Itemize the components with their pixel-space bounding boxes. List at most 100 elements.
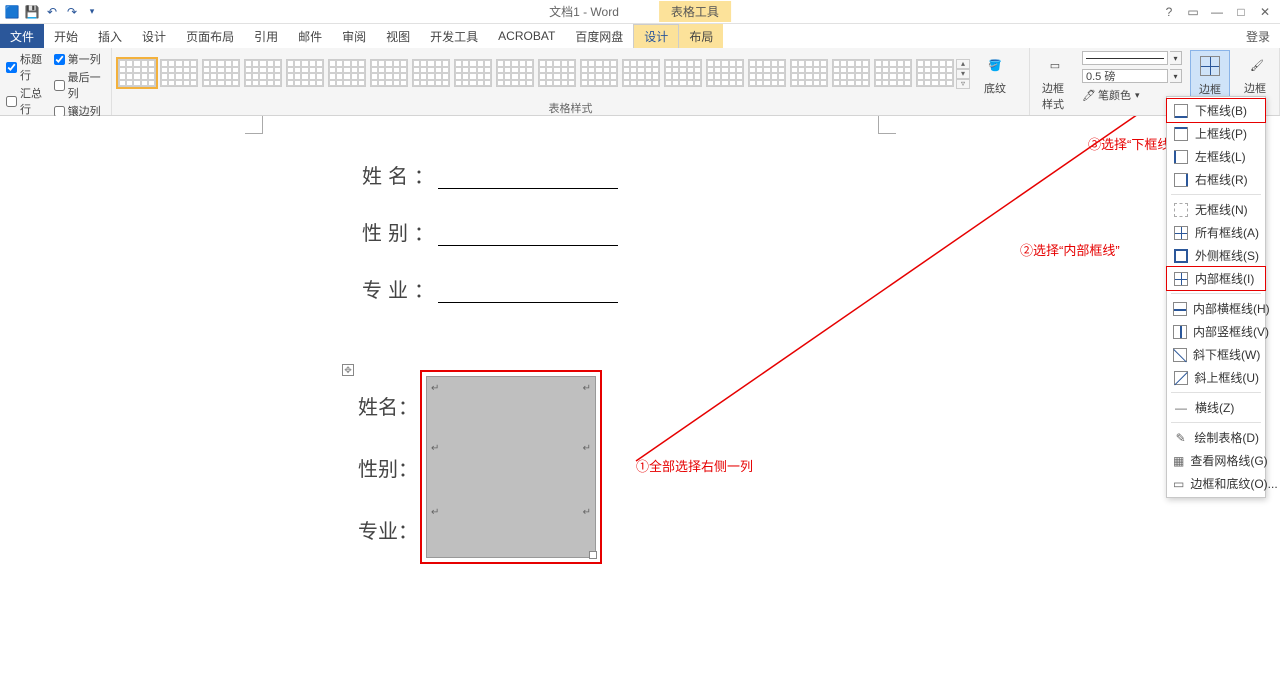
chk-first-col[interactable]: 第一列 — [54, 51, 105, 67]
annotation-box-selection: ↵ ↵ ↵ ↵ ↵ ↵ — [420, 370, 602, 564]
label-major: 专业： — [362, 274, 434, 303]
table-resize-handle[interactable] — [589, 551, 597, 559]
table-style-item[interactable] — [874, 59, 912, 87]
table-style-item[interactable] — [748, 59, 786, 87]
table-selected-column[interactable]: ↵ ↵ ↵ ↵ ↵ ↵ — [426, 376, 596, 558]
borders-icon — [1197, 53, 1223, 79]
mi-diag-up-border[interactable]: 斜上框线(U) — [1167, 366, 1265, 389]
mi-bottom-border[interactable]: 下框线(B) — [1167, 99, 1265, 122]
mi-diag-down-border[interactable]: 斜下框线(W) — [1167, 343, 1265, 366]
table-style-item[interactable] — [790, 59, 828, 87]
group-label-styles: 表格样式 — [118, 98, 1023, 118]
tab-home[interactable]: 开始 — [44, 24, 88, 48]
document-canvas[interactable]: 姓名： 性别： 专业： ✥ 姓名： 性别： 专业： ↵ ↵ ↵ ↵ ↵ ↵ — [0, 116, 1280, 665]
table-style-item[interactable] — [454, 59, 492, 87]
mi-no-border[interactable]: 无框线(N) — [1167, 198, 1265, 221]
gallery-scroll[interactable]: ▴▾▿ — [956, 59, 970, 89]
table-move-handle[interactable]: ✥ — [342, 364, 354, 376]
tab-view[interactable]: 视图 — [376, 24, 420, 48]
undo-icon[interactable]: ↶ — [44, 4, 60, 20]
save-icon[interactable]: 💾 — [24, 4, 40, 20]
table-style-item[interactable] — [832, 59, 870, 87]
mi-borders-shading-dialog[interactable]: ▭边框和底纹(O)... — [1167, 472, 1265, 495]
mi-top-border[interactable]: 上框线(P) — [1167, 122, 1265, 145]
annotation-2: ②选择“内部框线” — [1020, 240, 1120, 259]
mi-outside-borders[interactable]: 外侧框线(S) — [1167, 244, 1265, 267]
shading-button[interactable]: 🪣 底纹 — [976, 50, 1014, 98]
minimize-icon[interactable]: — — [1208, 4, 1226, 20]
table-style-item[interactable] — [496, 59, 534, 87]
table-style-item[interactable] — [244, 59, 282, 87]
mi-right-border[interactable]: 右框线(R) — [1167, 168, 1265, 191]
tab-review[interactable]: 审阅 — [332, 24, 376, 48]
tab-design[interactable]: 设计 — [132, 24, 176, 48]
annotation-arrow — [0, 116, 1280, 676]
menu-separator — [1171, 194, 1261, 195]
table-style-gallery[interactable]: for(let i=0;i<19;i++){document.write('<d… — [118, 59, 954, 87]
cell-label-major: 专业： — [358, 500, 418, 558]
table-style-item[interactable] — [538, 59, 576, 87]
mi-inside-h-border[interactable]: 内部横框线(H) — [1167, 297, 1265, 320]
close-icon[interactable]: ✕ — [1256, 4, 1274, 20]
pen-weight-select[interactable]: 0.5 磅▾ — [1082, 69, 1182, 83]
pen-color-icon: 🖊 — [1082, 89, 1096, 102]
tab-table-design[interactable]: 设计 — [633, 24, 679, 48]
tab-page-layout[interactable]: 页面布局 — [176, 24, 244, 48]
login-link[interactable]: 登录 — [1246, 24, 1280, 48]
title-bar: 🟦 💾 ↶ ↷ ▾ 文档1 - Word 表格工具 ? ▭ — □ ✕ — [0, 0, 1280, 24]
tab-insert[interactable]: 插入 — [88, 24, 132, 48]
line-style-select[interactable]: ▾ — [1082, 51, 1182, 65]
chk-header-row[interactable]: 标题行 — [6, 51, 48, 83]
table-style-item[interactable] — [286, 59, 324, 87]
mi-view-gridlines[interactable]: ▦查看网格线(G) — [1167, 449, 1265, 472]
underline — [438, 224, 618, 246]
mi-draw-table[interactable]: ✎绘制表格(D) — [1167, 426, 1265, 449]
table-style-item[interactable] — [202, 59, 240, 87]
table-style-item[interactable] — [622, 59, 660, 87]
tab-mailings[interactable]: 邮件 — [288, 24, 332, 48]
mi-left-border[interactable]: 左框线(L) — [1167, 145, 1265, 168]
ribbon: 标题行 汇总行 镶边行 第一列 最后一列 镶边列 表格样式选项 for(let … — [0, 48, 1280, 116]
border-style-button[interactable]: ▭ 边框样式 — [1036, 50, 1074, 114]
quick-access-toolbar: 🟦 💾 ↶ ↷ ▾ — [0, 4, 100, 20]
cell-label-gender: 性别： — [358, 438, 418, 496]
table-col-labels: 姓名： 性别： 专业： — [358, 370, 420, 564]
form-example-top: 姓名： 性别： 专业： — [362, 132, 618, 331]
label-name: 姓名： — [362, 160, 434, 189]
chk-total-row[interactable]: 汇总行 — [6, 85, 48, 117]
chk-last-col[interactable]: 最后一列 — [54, 69, 105, 101]
underline — [438, 281, 618, 303]
mi-inside-v-border[interactable]: 内部竖框线(V) — [1167, 320, 1265, 343]
menu-separator — [1171, 392, 1261, 393]
tab-baidu[interactable]: 百度网盘 — [565, 24, 633, 48]
tab-table-layout[interactable]: 布局 — [679, 24, 723, 48]
group-table-styles: for(let i=0;i<19;i++){document.write('<d… — [112, 48, 1030, 115]
help-icon[interactable]: ? — [1160, 4, 1178, 20]
tab-developer[interactable]: 开发工具 — [420, 24, 488, 48]
redo-icon[interactable]: ↷ — [64, 4, 80, 20]
table-style-item[interactable] — [328, 59, 366, 87]
document-title: 文档1 - Word — [549, 3, 619, 20]
underline — [438, 167, 618, 189]
tab-references[interactable]: 引用 — [244, 24, 288, 48]
table-style-item[interactable] — [580, 59, 618, 87]
table-style-item[interactable] — [664, 59, 702, 87]
annotation-3: ③选择“下框线” — [1088, 134, 1175, 153]
ribbon-options-icon[interactable]: ▭ — [1184, 4, 1202, 20]
table-style-item[interactable] — [916, 59, 954, 87]
mi-all-borders[interactable]: 所有框线(A) — [1167, 221, 1265, 244]
table-style-item[interactable] — [370, 59, 408, 87]
group-table-style-options: 标题行 汇总行 镶边行 第一列 最后一列 镶边列 表格样式选项 — [0, 48, 112, 115]
table-style-item[interactable] — [160, 59, 198, 87]
word-icon: 🟦 — [4, 4, 20, 20]
table-style-item[interactable] — [412, 59, 450, 87]
menu-separator — [1171, 293, 1261, 294]
table-style-item[interactable] — [118, 59, 156, 87]
qat-more-icon[interactable]: ▾ — [84, 4, 100, 20]
tab-file[interactable]: 文件 — [0, 24, 44, 48]
maximize-icon[interactable]: □ — [1232, 4, 1250, 20]
mi-inside-borders[interactable]: 内部框线(I) — [1167, 267, 1265, 290]
table-style-item[interactable] — [706, 59, 744, 87]
mi-horizontal-line[interactable]: —横线(Z) — [1167, 396, 1265, 419]
tab-acrobat[interactable]: ACROBAT — [488, 24, 565, 48]
